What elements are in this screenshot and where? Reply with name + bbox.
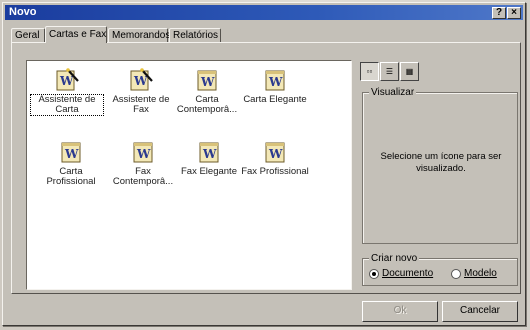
- template-item-assistente-de-carta[interactable]: W Assistente de Carta: [30, 67, 104, 116]
- svg-text:W: W: [268, 147, 283, 161]
- radio-documento[interactable]: Documento: [369, 268, 433, 279]
- title-bar: Novo ? ×: [5, 5, 523, 20]
- svg-text:W: W: [136, 147, 151, 161]
- create-new-group: Criar novo Documento Modelo: [362, 253, 518, 286]
- details-view-button[interactable]: ▦: [400, 62, 419, 81]
- radio-modelo[interactable]: Modelo: [451, 268, 497, 279]
- radio-label: Modelo: [464, 268, 497, 279]
- radio-dot: [369, 268, 379, 279]
- close-button[interactable]: ×: [507, 7, 521, 19]
- list-icon: ☰: [385, 67, 394, 76]
- template-item-carta-contemporanea[interactable]: W Carta Contemporâ...: [171, 67, 243, 115]
- template-item-carta-elegante[interactable]: W Carta Elegante: [239, 67, 311, 105]
- tab-geral[interactable]: Geral: [11, 28, 45, 42]
- svg-text:W: W: [202, 147, 217, 161]
- template-label: Assistente de Fax: [112, 94, 170, 115]
- help-button[interactable]: ?: [492, 7, 506, 19]
- radio-label: Documento: [382, 268, 434, 279]
- list-view-button[interactable]: ☰: [380, 62, 399, 81]
- wizard-document-icon: W: [54, 67, 80, 93]
- tab-cartas-e-fax[interactable]: Cartas e Fax: [45, 26, 107, 43]
- template-label: Fax Contemporâ...: [112, 166, 174, 187]
- word-document-icon: W: [194, 67, 220, 93]
- word-document-icon: W: [58, 139, 84, 165]
- preview-placeholder-text: Selecione um ícone para ser visualizado.: [380, 151, 502, 174]
- tab-relatorios[interactable]: Relatórios: [169, 28, 221, 42]
- create-new-label: Criar novo: [369, 253, 420, 264]
- template-label: Carta Profissional: [46, 166, 96, 187]
- svg-text:W: W: [200, 75, 215, 89]
- template-item-carta-profissional[interactable]: W Carta Profissional: [35, 139, 107, 187]
- template-item-fax-profissional[interactable]: W Fax Profissional: [239, 139, 311, 177]
- template-label: Carta Elegante: [243, 94, 307, 105]
- svg-text:W: W: [133, 74, 148, 88]
- template-item-fax-contemporaneo[interactable]: W Fax Contemporâ...: [107, 139, 179, 187]
- template-label: Assistente de Carta: [30, 94, 104, 116]
- preview-group: Visualizar Selecione um ícone para ser v…: [362, 87, 518, 244]
- svg-text:W: W: [64, 147, 79, 161]
- template-list[interactable]: W Assistente de Carta W Assistente de Fa…: [26, 60, 352, 290]
- word-document-icon: W: [130, 139, 156, 165]
- template-item-assistente-de-fax[interactable]: W Assistente de Fax: [105, 67, 177, 115]
- wizard-document-icon: W: [128, 67, 154, 93]
- radio-dot: [451, 268, 461, 279]
- details-icon: ▦: [405, 67, 414, 76]
- cancel-button[interactable]: Cancelar: [442, 301, 518, 322]
- template-item-fax-elegante[interactable]: W Fax Elegante: [173, 139, 245, 177]
- template-label: Fax Profissional: [241, 166, 309, 177]
- large-icons-icon: ▫▫: [366, 67, 373, 76]
- word-document-icon: W: [262, 139, 288, 165]
- preview-group-label: Visualizar: [369, 87, 417, 98]
- tab-memorandos[interactable]: Memorandos: [108, 28, 170, 42]
- word-document-icon: W: [196, 139, 222, 165]
- ok-button[interactable]: Ok: [362, 301, 438, 322]
- window-title: Novo: [9, 6, 37, 18]
- svg-text:W: W: [268, 75, 283, 89]
- template-label: Carta Contemporâ...: [176, 94, 238, 115]
- template-label: Fax Elegante: [181, 166, 237, 177]
- large-icons-view-button[interactable]: ▫▫: [360, 62, 379, 81]
- svg-text:W: W: [59, 74, 74, 88]
- word-document-icon: W: [262, 67, 288, 93]
